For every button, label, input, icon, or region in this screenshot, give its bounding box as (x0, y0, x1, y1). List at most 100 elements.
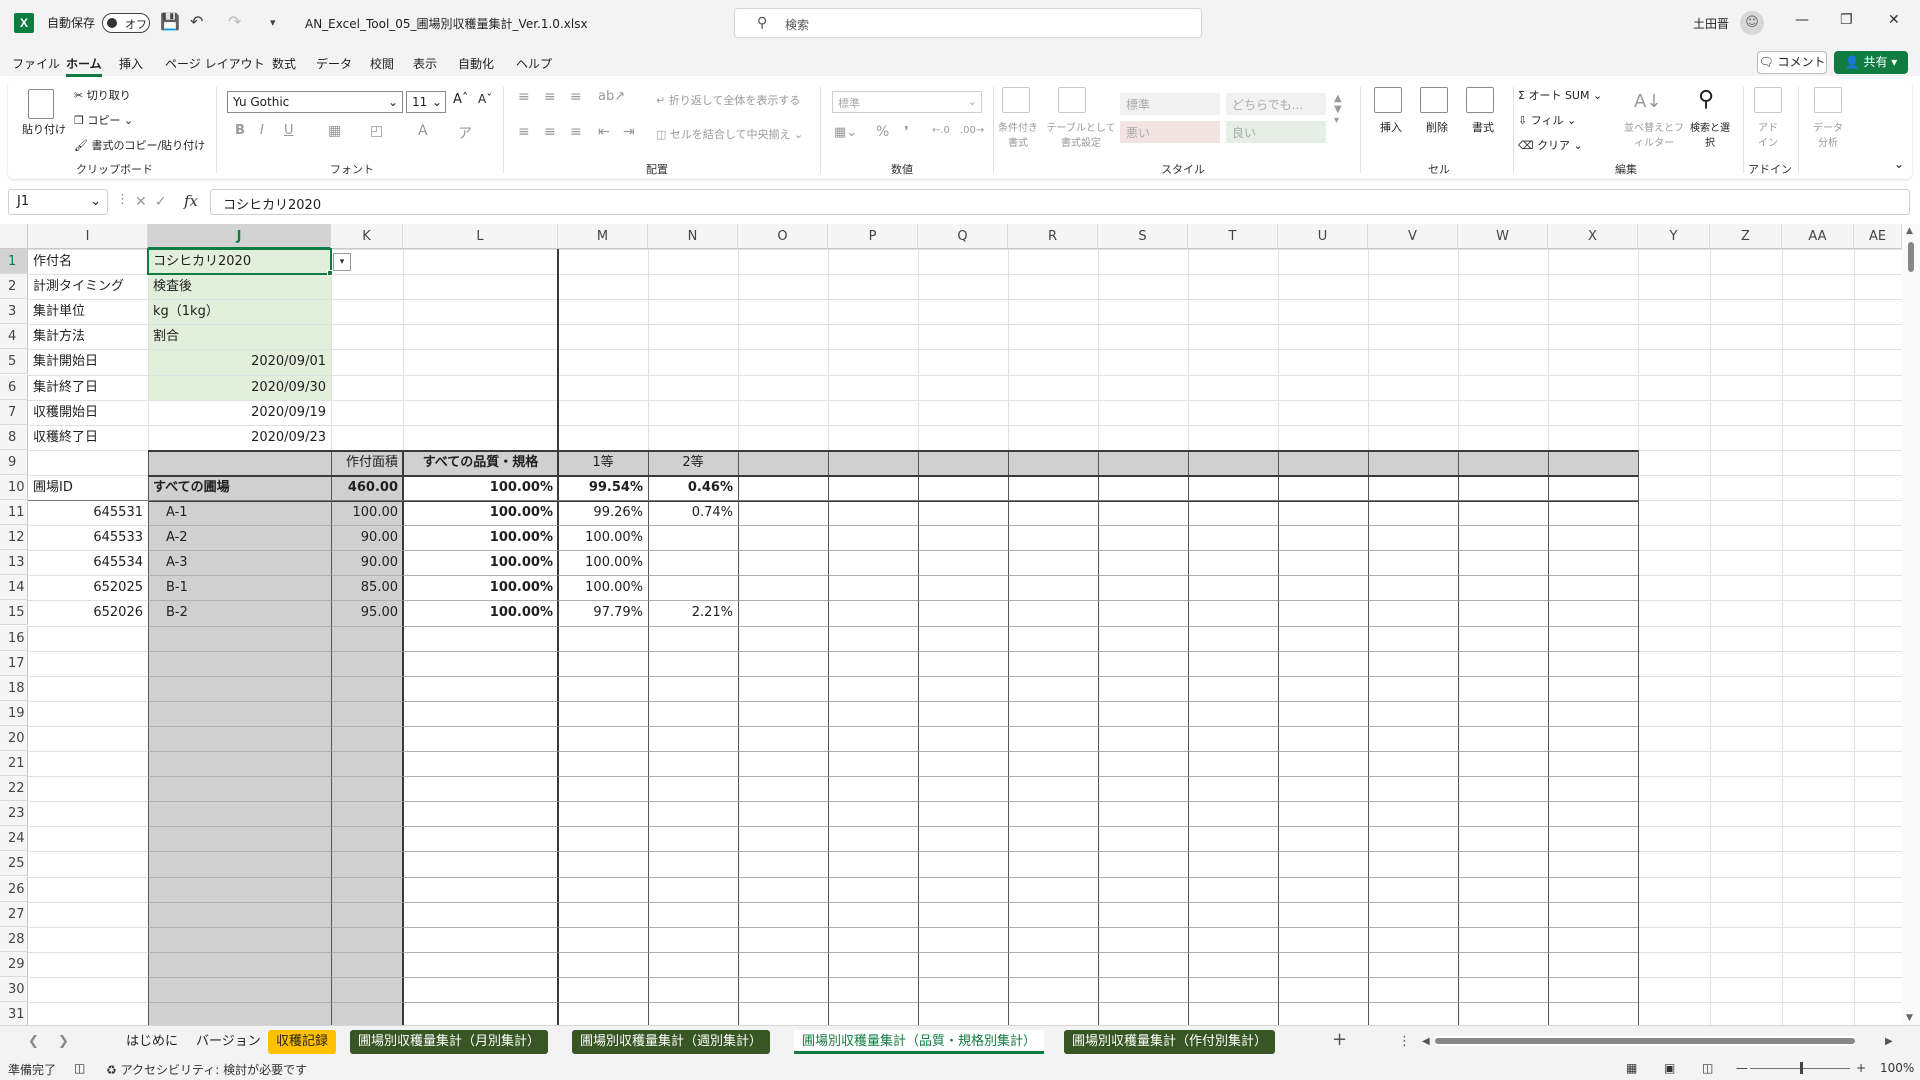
column-header-q[interactable]: Q (918, 224, 1008, 249)
field-id-label[interactable]: 圃場ID (30, 475, 146, 500)
column-header-aa[interactable]: AA (1782, 224, 1854, 249)
tab-options-icon[interactable]: ⋮ (1398, 1034, 1411, 1049)
column-header-z[interactable]: Z (1710, 224, 1782, 249)
font-name-select[interactable]: Yu Gothic ⌄ (227, 91, 403, 113)
row-header-9[interactable]: 9 (0, 449, 28, 475)
fill-button[interactable]: ⇩ フィル ⌄ (1518, 112, 1576, 128)
find-select-button[interactable]: 検索と選択 (1688, 119, 1732, 149)
number-format-select[interactable]: 標準 ⌄ (832, 91, 982, 113)
row-header-8[interactable]: 8 (0, 424, 28, 450)
header-area[interactable]: 作付面積 (333, 450, 401, 475)
row-header-25[interactable]: 25 (0, 851, 28, 877)
tab-intro[interactable]: はじめに (118, 1030, 186, 1054)
row-header-23[interactable]: 23 (0, 801, 28, 827)
delete-cells-button[interactable]: 削除 (1426, 119, 1448, 135)
autosum-button[interactable]: Σ オート SUM ⌄ (1518, 87, 1602, 103)
select-all-corner[interactable] (0, 224, 28, 249)
param-label[interactable]: 集計開始日 (30, 349, 146, 374)
italic-icon[interactable]: I (260, 123, 264, 138)
macro-record-icon[interactable]: ◫ (74, 1061, 85, 1075)
font-color-icon[interactable]: A (418, 123, 428, 139)
add-sheet-icon[interactable]: + (1332, 1029, 1347, 1050)
field-all[interactable]: 100.00% (405, 525, 556, 550)
param-label[interactable]: 計測タイミング (30, 274, 146, 299)
row-header-16[interactable]: 16 (0, 625, 28, 651)
field-grade1[interactable]: 100.00% (560, 550, 646, 575)
align-left-icon[interactable]: ≡ (518, 124, 530, 140)
dropdown-arrow-icon[interactable]: ▾ (333, 253, 351, 271)
param-label[interactable]: 収穫終了日 (30, 425, 146, 450)
decrease-indent-icon[interactable]: ⇤ (598, 124, 610, 140)
format-as-table-button[interactable]: テーブルとして書式設定 (1046, 119, 1116, 149)
param-value[interactable]: 2020/09/19 (150, 400, 329, 425)
row-header-12[interactable]: 12 (0, 525, 28, 551)
row-header-10[interactable]: 10 (0, 474, 28, 500)
field-area[interactable]: 90.00 (333, 550, 401, 575)
field-grade1[interactable]: 97.79% (560, 600, 646, 625)
delete-cells-icon[interactable] (1420, 87, 1448, 113)
field-grade2[interactable] (650, 525, 736, 550)
user-avatar-icon[interactable]: ☺ (1740, 11, 1764, 35)
field-id[interactable]: 645531 (30, 500, 146, 525)
field-grade2[interactable] (650, 575, 736, 600)
redo-icon[interactable]: ↷ (228, 12, 241, 31)
column-header-y[interactable]: Y (1638, 224, 1710, 249)
row-header-30[interactable]: 30 (0, 976, 28, 1002)
decrease-font-icon[interactable]: Aˇ (478, 92, 492, 106)
field-name[interactable]: A-1 (150, 500, 329, 525)
comment-button[interactable]: 🗨 コメント (1757, 51, 1827, 74)
field-name[interactable]: B-1 (150, 575, 329, 600)
page-layout-view-icon[interactable]: ▣ (1664, 1061, 1675, 1075)
paste-icon[interactable] (28, 89, 54, 119)
field-grade1[interactable]: 99.26% (560, 500, 646, 525)
column-header-t[interactable]: T (1188, 224, 1278, 249)
sort-filter-button[interactable]: 並べ替えとフィルター (1624, 119, 1684, 149)
field-grade2[interactable] (650, 550, 736, 575)
param-value[interactable]: 割合 (150, 324, 329, 349)
row-header-5[interactable]: 5 (0, 349, 28, 375)
row-header-4[interactable]: 4 (0, 324, 28, 350)
total-grade2[interactable]: 0.46% (650, 475, 736, 500)
tab-crop[interactable]: 圃場別収穫量集計（作付別集計） (1064, 1030, 1276, 1054)
row-header-1[interactable]: 1 (0, 249, 28, 275)
field-all[interactable]: 100.00% (405, 600, 556, 625)
column-header-x[interactable]: X (1548, 224, 1638, 249)
column-header-j[interactable]: J (148, 224, 331, 249)
param-label[interactable]: 作付名 (30, 249, 146, 274)
tab-version[interactable]: バージョン (188, 1030, 269, 1054)
formula-bar-splitter-icon[interactable]: ⋮ (116, 192, 129, 207)
column-header-ae[interactable]: AE (1854, 224, 1902, 249)
insert-function-icon[interactable]: fx (184, 192, 198, 210)
zoom-in-icon[interactable]: + (1856, 1061, 1866, 1075)
param-value[interactable]: kg（1kg） (150, 299, 329, 324)
minimize-icon[interactable]: — (1795, 12, 1809, 28)
tab-harvest-log[interactable]: 収穫記録 (268, 1030, 337, 1054)
insert-cells-icon[interactable] (1374, 87, 1402, 113)
bold-icon[interactable]: B (235, 123, 245, 138)
copy-button[interactable]: ❐ コピー ⌄ (74, 112, 133, 128)
row-header-21[interactable]: 21 (0, 751, 28, 777)
menu-help[interactable]: ヘルプ (516, 55, 552, 72)
accessibility-status[interactable]: ♻ アクセシビリティ: 検討が必要です (106, 1061, 307, 1078)
decrease-decimal-icon[interactable]: .00→ (960, 125, 984, 136)
increase-indent-icon[interactable]: ⇥ (623, 124, 635, 140)
comma-icon[interactable]: ❜ (904, 124, 909, 140)
total-area[interactable]: 460.00 (333, 475, 401, 500)
column-header-n[interactable]: N (648, 224, 738, 249)
row-header-6[interactable]: 6 (0, 374, 28, 400)
menu-page-layout[interactable]: ページ レイアウト (165, 55, 265, 72)
ribbon-collapse-icon[interactable]: ⌄ (1894, 157, 1904, 171)
data-analysis-icon[interactable] (1814, 87, 1842, 113)
row-header-28[interactable]: 28 (0, 926, 28, 952)
row-header-31[interactable]: 31 (0, 1002, 28, 1025)
field-all[interactable]: 100.00% (405, 550, 556, 575)
tab-monthly[interactable]: 圃場別収穫量集計（月別集計） (350, 1030, 549, 1054)
row-header-22[interactable]: 22 (0, 776, 28, 802)
row-header-27[interactable]: 27 (0, 901, 28, 927)
row-header-17[interactable]: 17 (0, 650, 28, 676)
column-header-l[interactable]: L (403, 224, 558, 249)
column-header-s[interactable]: S (1098, 224, 1188, 249)
sort-filter-icon[interactable]: A↓ (1634, 91, 1661, 112)
row-header-14[interactable]: 14 (0, 575, 28, 601)
tab-weekly[interactable]: 圃場別収穫量集計（週別集計） (572, 1030, 771, 1054)
